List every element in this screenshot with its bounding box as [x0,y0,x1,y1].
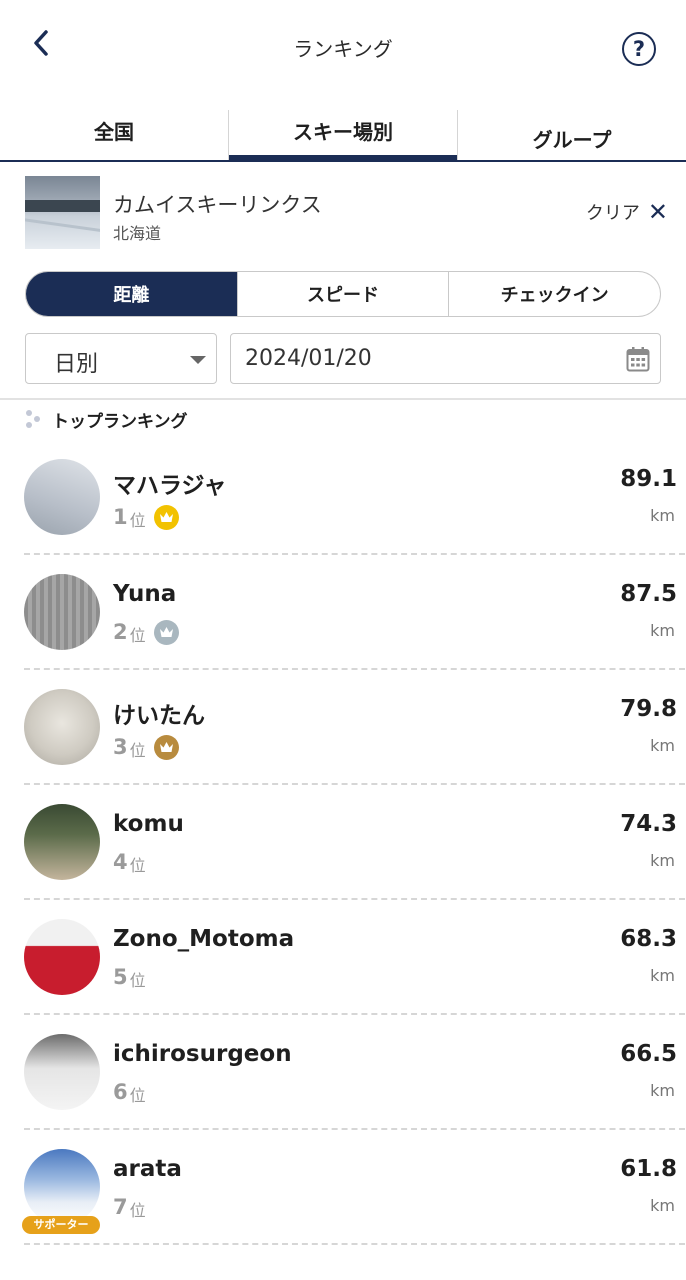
distance-value: 74.3 [620,811,677,837]
ranking-row[interactable]: komu 4 位 74.3 km [24,785,685,900]
section-header: トップランキング [24,406,188,432]
distance-unit: km [650,966,675,985]
rank-suffix: 位 [129,511,146,530]
rank-suffix: 位 [129,741,146,760]
avatar[interactable] [24,459,100,535]
metric-segmented-control: 距離 スピード チェックイン [25,271,661,317]
distance-unit: km [650,621,675,640]
ranking-row[interactable]: サポーター arata 7 位 61.8 km [22,1130,685,1245]
period-select[interactable]: 日別 [25,333,217,384]
user-name: ichirosurgeon [113,1041,292,1067]
user-name: Yuna [113,581,177,607]
rank-position: 3位 [113,733,179,761]
user-name: Zono_Motoma [113,926,295,952]
resort-region: 北海道 [113,224,162,243]
header: ランキング ? [0,0,686,96]
period-value: 日別 [54,352,99,377]
ranking-row[interactable]: Yuna 2 位 87.5 km [24,555,685,670]
ranking-row[interactable]: Zono_Motoma 5 位 68.3 km [24,900,685,1015]
divider [0,398,686,400]
rank-position: 2位 [113,618,179,646]
rank-suffix: 位 [129,1201,146,1220]
rank-number: 4 [113,850,128,874]
date-value: 2024/01/20 [245,346,372,371]
rank-position: 7位 [113,1193,146,1221]
clear-label: クリア [585,203,640,224]
tab-national[interactable]: 全国 [0,110,228,160]
crown-icon [153,504,179,530]
rank-suffix: 位 [129,856,146,875]
distance-value: 66.5 [620,1041,677,1067]
avatar[interactable] [24,574,100,650]
caret-down-icon [190,356,206,364]
distance-value: 68.3 [620,926,677,952]
dots-icon [24,408,42,430]
rank-position: 4位 [113,848,146,876]
tab-group[interactable]: グループ [458,110,686,160]
ranking-list: マハラジャ 1 位 89.1 km Yuna 2 位 87.5 km けいたん 3 位 79.8 km kom… [0,440,686,1245]
tab-ski-resort[interactable]: スキー場別 [228,110,458,162]
resort-name: カムイスキーリンクス [113,193,322,217]
rank-number: 1 [113,505,128,529]
page-title: ランキング [293,37,393,61]
rank-number: 3 [113,735,128,759]
help-button[interactable]: ? [622,32,656,66]
user-name: komu [113,811,184,837]
rank-number: 6 [113,1080,128,1104]
rank-suffix: 位 [129,971,146,990]
close-icon: ✕ [647,198,668,226]
rank-number: 5 [113,965,128,989]
crown-icon [153,734,179,760]
ranking-row[interactable]: けいたん 3 位 79.8 km [24,670,685,785]
distance-value: 79.8 [620,696,677,722]
distance-unit: km [650,1081,675,1100]
avatar[interactable] [24,919,100,995]
avatar[interactable] [24,804,100,880]
resort-thumbnail [25,176,100,249]
user-name: arata [113,1156,182,1182]
distance-unit: km [650,736,675,755]
distance-unit: km [650,506,675,525]
ranking-row[interactable]: マハラジャ 1 位 89.1 km [24,440,685,555]
section-title: トップランキング [52,411,188,432]
crown-icon [153,619,179,645]
metric-checkin[interactable]: チェックイン [448,272,660,316]
rank-position: 5位 [113,963,146,991]
rank-number: 7 [113,1195,128,1219]
date-field[interactable]: 2024/01/20 [230,333,661,384]
rank-position: 6位 [113,1078,146,1106]
avatar[interactable] [24,689,100,765]
distance-unit: km [650,851,675,870]
supporter-badge: サポーター [22,1216,100,1234]
distance-value: 89.1 [620,466,677,492]
clear-resort-button[interactable]: クリア ✕ [586,198,668,226]
metric-distance[interactable]: 距離 [26,272,237,316]
ranking-row[interactable]: ichirosurgeon 6 位 66.5 km [24,1015,685,1130]
rank-suffix: 位 [129,1086,146,1105]
rank-position: 1位 [113,503,179,531]
avatar[interactable] [24,1149,100,1225]
user-name: マハラジャ [113,473,227,499]
distance-value: 87.5 [620,581,677,607]
selected-resort[interactable]: カムイスキーリンクス 北海道 クリア ✕ [0,162,686,262]
user-name: けいたん [113,703,205,729]
ranking-tabs: 全国 スキー場別 グループ [0,110,686,162]
rank-number: 2 [113,620,128,644]
metric-speed[interactable]: スピード [236,272,449,316]
rank-suffix: 位 [129,626,146,645]
distance-value: 61.8 [620,1156,677,1182]
calendar-icon[interactable] [626,346,650,372]
avatar[interactable] [24,1034,100,1110]
help-icon: ? [632,37,646,61]
distance-unit: km [650,1196,675,1215]
